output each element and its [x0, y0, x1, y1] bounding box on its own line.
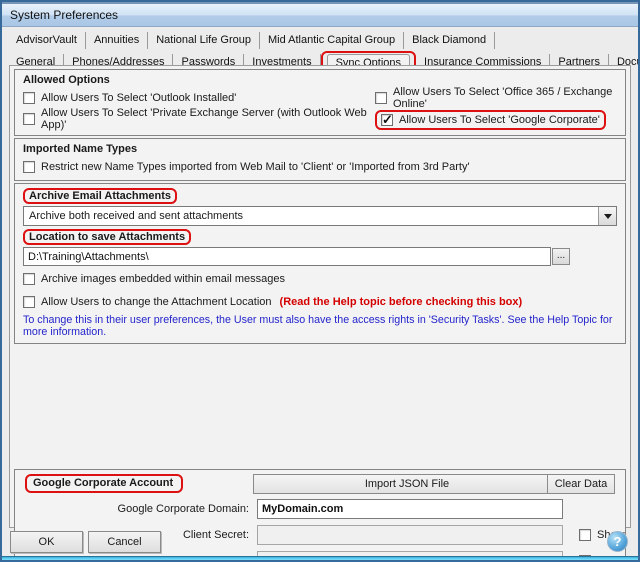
import-json-button[interactable]: Import JSON File [253, 474, 561, 494]
chevron-down-icon [604, 214, 612, 223]
archive-mode-value: Archive both received and sent attachmen… [24, 210, 598, 222]
checkbox-icon[interactable] [23, 296, 35, 308]
checkbox-label: Show [597, 555, 625, 562]
checkbox-allow-change-location[interactable]: Allow Users to change the Attachment Loc… [23, 293, 617, 310]
checkbox-label: Allow Users To Select 'Google Corporate' [399, 114, 600, 126]
checkbox-icon[interactable] [579, 555, 591, 562]
checkbox-label: Allow Users To Select 'Office 365 / Exch… [393, 86, 617, 110]
domain-label: Google Corporate Domain: [23, 503, 249, 515]
system-preferences-dialog: System Preferences AdvisorVaultAnnuities… [0, 0, 640, 562]
google-domain-input[interactable] [257, 499, 563, 519]
allowed-options-grid: Allow Users To Select 'Outlook Installed… [23, 89, 617, 130]
checkbox-outlook-installed[interactable]: Allow Users To Select 'Outlook Installed… [23, 89, 375, 106]
checkbox-google-corporate-row: Allow Users To Select 'Google Corporate' [375, 110, 617, 130]
attachment-location-input[interactable] [23, 247, 551, 266]
sync-options-page: Allowed Options Allow Users To Select 'O… [9, 65, 631, 528]
checkbox-label: Allow Users to change the Attachment Loc… [41, 296, 272, 308]
checkbox-label: Allow Users To Select 'Outlook Installed… [41, 92, 236, 104]
google-account-heading: Google Corporate Account [33, 477, 173, 489]
checkbox-label: Allow Users To Select 'Private Exchange … [41, 107, 375, 131]
tab-mid-atlantic-capital-group[interactable]: Mid Atlantic Capital Group [260, 32, 404, 49]
checkbox-icon[interactable] [23, 92, 35, 104]
archive-mode-dropdown[interactable]: Archive both received and sent attachmen… [23, 206, 617, 226]
annotation-archive-heading: Archive Email Attachments [23, 188, 177, 204]
footer-bar: OK Cancel ? [2, 528, 638, 556]
show-client-id-checkbox[interactable]: Show [579, 555, 625, 562]
checkbox-label: Restrict new Name Types imported from We… [41, 161, 470, 173]
checkbox-icon[interactable] [23, 113, 35, 125]
client-id-label: Client ID: [23, 555, 249, 562]
location-heading-row: Location to save Attachments [23, 229, 617, 245]
clear-data-button[interactable]: Clear Data [547, 474, 615, 494]
tab-national-life-group[interactable]: National Life Group [148, 32, 260, 49]
ok-button[interactable]: OK [10, 531, 83, 553]
attachments-section: Archive Email Attachments Archive both r… [14, 183, 626, 344]
checkbox-icon[interactable] [23, 273, 35, 285]
location-row: ... [23, 247, 617, 266]
browse-button[interactable]: ... [552, 248, 570, 265]
domain-row: Google Corporate Domain: [23, 499, 617, 523]
imported-name-types-heading: Imported Name Types [23, 143, 617, 155]
security-tasks-note: To change this in their user preferences… [23, 314, 617, 338]
checkbox-archive-embedded-images[interactable]: Archive images embedded within email mes… [23, 270, 617, 287]
cancel-button[interactable]: Cancel [88, 531, 161, 553]
title-bar[interactable]: System Preferences [2, 2, 638, 27]
location-heading: Location to save Attachments [29, 231, 185, 243]
archive-attachments-heading-row: Archive Email Attachments [23, 188, 617, 204]
checkbox-checked-icon[interactable] [381, 114, 393, 126]
checkbox-private-exchange[interactable]: Allow Users To Select 'Private Exchange … [23, 110, 375, 127]
tab-strip: AdvisorVaultAnnuitiesNational Life Group… [2, 27, 638, 70]
tab-annuities[interactable]: Annuities [86, 32, 148, 49]
checkbox-icon[interactable] [23, 161, 35, 173]
annotation-location-heading: Location to save Attachments [23, 229, 191, 245]
archive-attachments-heading: Archive Email Attachments [29, 190, 171, 202]
help-topic-warning: (Read the Help topic before checking thi… [280, 296, 523, 308]
imported-name-types-section: Imported Name Types Restrict new Name Ty… [14, 138, 626, 181]
annotation-google-corporate: Allow Users To Select 'Google Corporate' [375, 110, 606, 130]
allowed-options-heading: Allowed Options [23, 74, 617, 86]
tab-black-diamond[interactable]: Black Diamond [404, 32, 495, 49]
checkbox-label: Archive images embedded within email mes… [41, 273, 285, 285]
tab-advisorvault[interactable]: AdvisorVault [8, 32, 86, 49]
checkbox-google-corporate[interactable]: Allow Users To Select 'Google Corporate' [381, 112, 600, 128]
window-title: System Preferences [10, 8, 118, 22]
tab-row-1: AdvisorVaultAnnuitiesNational Life Group… [8, 32, 632, 51]
checkbox-icon[interactable] [375, 92, 387, 104]
google-account-header: Google Corporate Account Import JSON Fil… [23, 473, 617, 497]
checkbox-restrict-name-types[interactable]: Restrict new Name Types imported from We… [23, 158, 617, 175]
annotation-google-account-heading: Google Corporate Account [25, 474, 183, 493]
help-icon[interactable]: ? [607, 531, 628, 552]
dropdown-button[interactable] [598, 207, 616, 225]
checkbox-office-365[interactable]: Allow Users To Select 'Office 365 / Exch… [375, 89, 617, 106]
allowed-options-section: Allowed Options Allow Users To Select 'O… [14, 69, 626, 136]
